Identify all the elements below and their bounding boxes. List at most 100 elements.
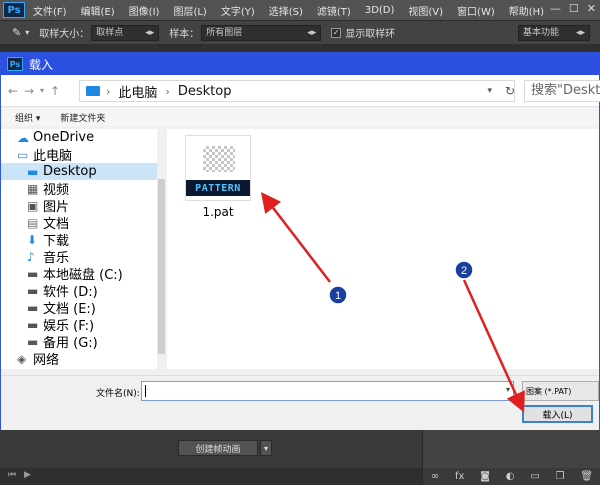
menu-layer[interactable]: 图层(L) <box>173 3 206 18</box>
chevron-down-icon[interactable]: ▾ <box>506 385 510 394</box>
chevron-down-icon: ◂▸ <box>145 27 155 38</box>
search-input[interactable]: 搜索"Desktop" <box>524 80 600 102</box>
download-icon: ⬇ <box>27 232 38 247</box>
maximize-icon[interactable]: ☐ <box>569 2 579 15</box>
load-button[interactable]: 载入(L) <box>522 405 593 423</box>
scrollbar-thumb[interactable] <box>158 179 165 354</box>
ps-status-bar: ⏮ ▶ <box>0 468 422 485</box>
sidebar-item-3[interactable]: ▦ 视频 <box>1 180 166 199</box>
dialog-title: 载入 <box>29 57 54 72</box>
drive-icon: ▬ <box>27 317 39 332</box>
sidebar-item-8[interactable]: ▬ 本地磁盘 (C:) <box>1 265 166 284</box>
dialog-title-bar: Ps 载入 <box>1 53 599 75</box>
sidebar-item-7[interactable]: ♪ 音乐 <box>1 248 166 267</box>
close-icon[interactable]: ✕ <box>587 2 596 15</box>
recent-dropdown-icon[interactable]: ▾ <box>37 86 47 95</box>
eyedropper-icon[interactable]: ✎ <box>12 26 21 39</box>
sample-value: 所有图层 <box>206 27 243 38</box>
filename-input[interactable]: ▾ <box>141 381 514 401</box>
ps-options-bar: ✎ ▾ 取样大小： 取样点 ◂▸ 样本： 所有图层 ◂▸ ✓ 显示取样环 基本功能 ◂… <box>0 20 600 44</box>
menu-view[interactable]: 视图(V) <box>408 3 443 18</box>
workspace-select[interactable]: 基本功能 ◂▸ <box>518 24 590 41</box>
drive-icon: ▬ <box>27 283 39 298</box>
create-frame-animation-button[interactable]: 创建帧动画 <box>178 440 258 456</box>
chevron-down-icon: ◂▸ <box>307 27 317 38</box>
forward-icon[interactable]: → <box>21 84 37 98</box>
file-item[interactable]: PATTERN 1.pat <box>185 135 251 219</box>
load-dialog: Ps 载入 ← → ▾ ↑ › 此电脑 › Desktop ▾ ↻ 搜索"Des… <box>0 52 600 430</box>
chevron-down-icon[interactable]: ▾ <box>260 440 272 456</box>
cloud-icon: ☁ <box>17 130 29 145</box>
new-layer-icon[interactable]: ❐ <box>556 471 565 482</box>
menu-image[interactable]: 图像(I) <box>129 3 160 18</box>
layer-style-icon[interactable]: fx <box>455 471 464 482</box>
tool-preset-dropdown-icon[interactable]: ▾ <box>25 28 29 37</box>
trash-icon[interactable]: 🗑 <box>580 471 593 482</box>
refresh-icon[interactable]: ↻ <box>501 80 519 102</box>
show-ring-checkbox[interactable]: ✓ <box>331 27 342 38</box>
filename-label: 文件名(N): <box>96 389 140 399</box>
network-icon: ◈ <box>17 351 27 366</box>
up-icon[interactable]: ↑ <box>47 84 63 98</box>
rewind-icon[interactable]: ⏮ <box>8 470 16 480</box>
back-icon[interactable]: ← <box>5 84 21 98</box>
pattern-thumb-label: PATTERN <box>186 180 250 196</box>
sidebar-item-0[interactable]: ☁ OneDrive <box>1 129 166 146</box>
menu-type[interactable]: 文字(Y) <box>221 3 255 18</box>
sidebar-item-1[interactable]: ▭ 此电脑 <box>1 146 166 165</box>
sidebar-item-13[interactable]: ◈ 网络 <box>1 350 166 369</box>
sidebar-item-4[interactable]: ▣ 图片 <box>1 197 166 216</box>
menu-help[interactable]: 帮助(H) <box>509 3 544 18</box>
file-name: 1.pat <box>202 205 234 219</box>
ps-menubar: Ps 文件(F) 编辑(E) 图像(I) 图层(L) 文字(Y) 选择(S) 滤… <box>0 0 600 20</box>
menu-3d[interactable]: 3D(D) <box>365 5 395 16</box>
sidebar-item-11[interactable]: ▬ 娱乐 (F:) <box>1 316 166 335</box>
sample-label: 样本： <box>169 29 200 40</box>
menu-window[interactable]: 窗口(W) <box>457 3 495 18</box>
pattern-file-icon: PATTERN <box>185 135 251 201</box>
ps-bottom-panel: 创建帧动画 ▾ ⏮ ▶ ∞ fx ◙ ◐ ▭ ❐ 🗑 <box>0 430 600 485</box>
desktop-icon: ▬ <box>27 164 39 179</box>
file-type-select[interactable]: 图案 (*.PAT) <box>522 381 599 401</box>
checkerboard-thumbnail <box>203 146 235 172</box>
link-layers-icon[interactable]: ∞ <box>431 471 439 482</box>
sample-size-label: 取样大小： <box>39 29 90 40</box>
sidebar-item-label: 此电脑 <box>33 149 73 164</box>
new-folder-button[interactable]: 新建文件夹 <box>60 111 105 124</box>
sample-size-select[interactable]: 取样点 ◂▸ <box>91 24 160 41</box>
minimize-icon[interactable]: — <box>550 2 561 15</box>
menu-edit[interactable]: 编辑(E) <box>81 3 115 18</box>
sidebar-item-10[interactable]: ▬ 文档 (E:) <box>1 299 166 318</box>
layers-panel-footer: ∞ fx ◙ ◐ ▭ ❐ 🗑 <box>423 468 600 485</box>
sidebar-item-label: OneDrive <box>33 130 95 145</box>
video-icon: ▦ <box>27 181 39 196</box>
text-caret <box>145 385 146 397</box>
layer-mask-icon[interactable]: ◙ <box>480 471 490 482</box>
dialog-footer: 文件名(N): ▾ 图案 (*.PAT) 载入(L) <box>1 375 599 430</box>
chevron-down-icon[interactable]: ▾ <box>487 86 492 96</box>
menu-filter[interactable]: 滤镜(T) <box>317 3 351 18</box>
sample-select[interactable]: 所有图层 ◂▸ <box>201 24 322 41</box>
navigation-scrollbar[interactable] <box>157 129 166 369</box>
dialog-toolbar: 组织 ▾ 新建文件夹 <box>1 108 599 126</box>
address-bar[interactable]: › 此电脑 › Desktop ▾ <box>79 80 515 102</box>
workspace-value: 基本功能 <box>523 27 560 38</box>
computer-icon <box>86 86 100 96</box>
computer-icon: ▭ <box>17 147 29 162</box>
sidebar-item-12[interactable]: ▬ 备用 (G:) <box>1 333 166 352</box>
sidebar-item-5[interactable]: ▤ 文档 <box>1 214 166 233</box>
menu-select[interactable]: 选择(S) <box>269 3 303 18</box>
sidebar-item-label: 网络 <box>33 353 60 368</box>
sidebar-item-2[interactable]: ▬ Desktop <box>1 163 166 180</box>
sidebar-item-9[interactable]: ▬ 软件 (D:) <box>1 282 166 301</box>
breadcrumb-desktop[interactable]: Desktop <box>178 84 232 99</box>
breadcrumb-this-pc[interactable]: 此电脑 <box>118 82 157 101</box>
adjustment-layer-icon[interactable]: ◐ <box>506 471 515 482</box>
photoshop-logo: Ps <box>7 57 23 71</box>
menu-file[interactable]: 文件(F) <box>33 3 67 18</box>
group-icon[interactable]: ▭ <box>530 471 539 482</box>
organize-button[interactable]: 组织 ▾ <box>15 111 40 124</box>
drive-icon: ▬ <box>27 334 39 349</box>
sidebar-item-6[interactable]: ⬇ 下载 <box>1 231 166 250</box>
play-icon[interactable]: ▶ <box>24 470 31 480</box>
